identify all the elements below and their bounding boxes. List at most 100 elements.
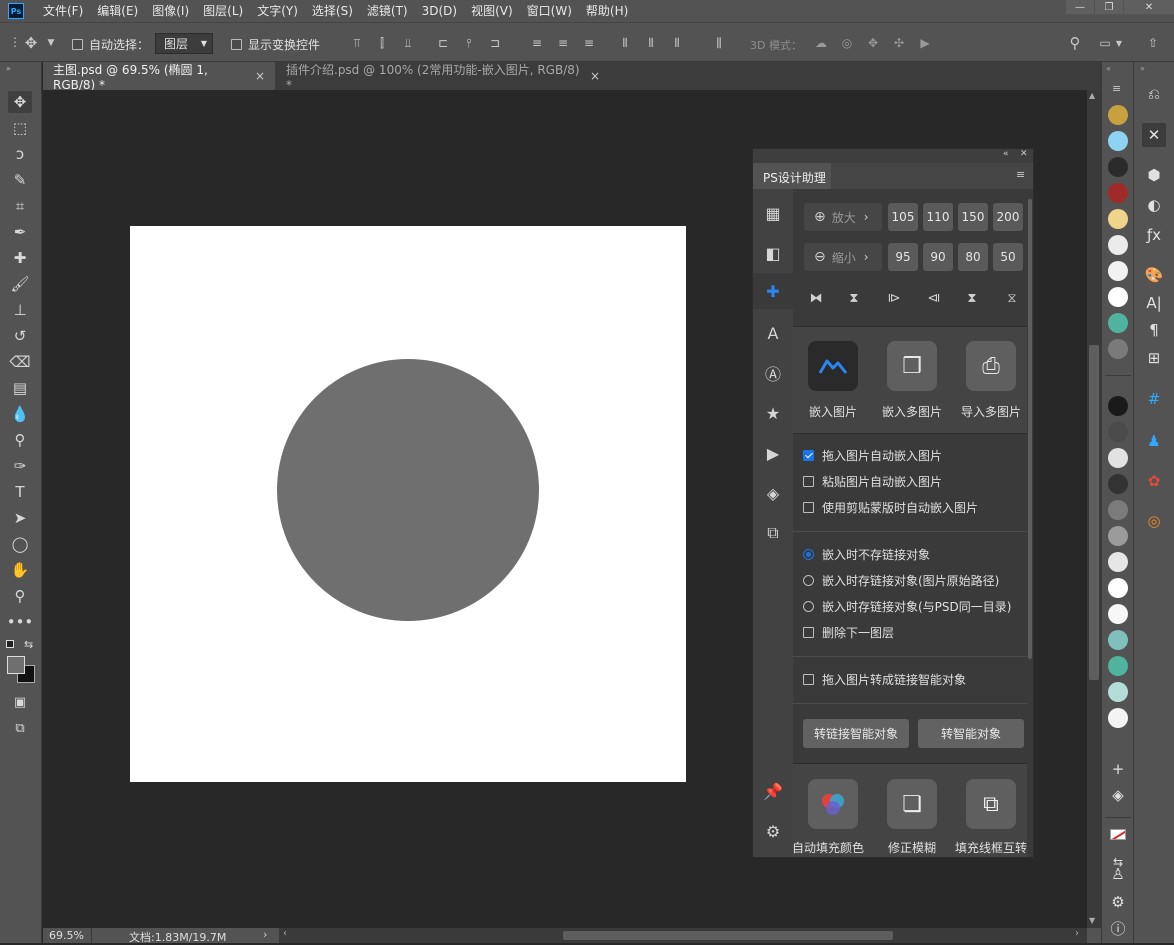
history-brush-tool-icon[interactable]: ↺ [8,325,32,347]
embed-image-button[interactable] [808,341,858,391]
color-swatch[interactable] [1108,157,1128,177]
scroll-up-icon[interactable]: ▲ [1089,91,1095,100]
checkbox[interactable] [803,475,814,487]
menu-select[interactable]: 选择(S) [305,0,360,22]
adjustments-icon[interactable]: ◐ [1142,193,1166,217]
auto-fill-color-button[interactable] [808,779,858,829]
color-swatch[interactable] [1108,287,1128,307]
close-window-icon[interactable]: ✕ [1124,0,1174,14]
collapse-icon[interactable]: » [6,64,11,73]
scroll-thumb[interactable] [563,931,893,940]
color-swatch[interactable] [1108,656,1128,676]
auto-embed-clipping-option[interactable]: 使用剪贴蒙版时自动嵌入图片 [803,498,978,516]
3d-slide-icon[interactable]: ✣ [892,36,906,50]
align-left-icon[interactable]: ⊏ [436,36,450,50]
settings-icon[interactable]: ⚙ [1106,890,1130,914]
zoom-out-control[interactable]: ⊖ 缩小 › [804,243,882,271]
layout-icon[interactable]: ▦ [761,201,785,225]
flip-down-icon[interactable]: ⧖ [1001,287,1023,309]
radio[interactable] [803,548,814,560]
lasso-tool-icon[interactable]: ↄ [8,143,32,165]
menu-edit[interactable]: 编辑(E) [90,0,145,22]
more-tools-icon[interactable]: ••• [7,611,34,633]
checkbox[interactable] [803,673,814,685]
auto-align-icon[interactable]: ⫼ [712,36,726,50]
color-swatch[interactable] [1108,578,1128,598]
chevron-down-icon[interactable]: ▼ [1112,36,1126,50]
radio[interactable] [803,574,814,586]
to-smart-object-button[interactable]: 转智能对象 [918,719,1024,748]
minimize-icon[interactable]: — [1066,0,1094,14]
text-icon[interactable]: A [761,321,785,345]
settings-icon[interactable]: ⚙ [761,819,785,843]
quick-select-tool-icon[interactable]: ✎ [8,169,32,191]
color-swatch[interactable] [1108,105,1128,125]
distribute-top-icon[interactable]: ≡ [530,36,544,50]
path-select-tool-icon[interactable]: ➤ [8,507,32,529]
zoom-tool-icon[interactable]: ⚲ [8,585,32,607]
3d-orbit-icon[interactable]: ☁ [814,36,828,50]
history-panel-icon[interactable]: ⎌ [1142,82,1166,106]
menu-image[interactable]: 图像(I) [145,0,196,22]
color-swatch[interactable] [1108,500,1128,520]
3d-cube-icon[interactable]: ⬢ [1142,163,1166,187]
auto-embed-paste-option[interactable]: 粘贴图片自动嵌入图片 [803,472,942,490]
link-original-path-option[interactable]: 嵌入时存链接对象(图片原始路径) [803,571,999,589]
foreground-color-swatch[interactable] [7,656,25,674]
palette-icon[interactable]: 🎨 [1142,263,1166,287]
grid-plugin-icon[interactable]: # [1142,387,1166,411]
color-swatch[interactable] [1108,313,1128,333]
hand-tool-icon[interactable]: ✋ [8,559,32,581]
color-swatch[interactable] [1108,396,1128,416]
to-linked-smart-option[interactable]: 拖入图片转成链接智能对象 [803,670,966,688]
radio[interactable] [803,600,814,612]
color-swatch[interactable] [1108,235,1128,255]
pen-tool-icon[interactable]: ✑ [8,455,32,477]
tab-plugin-intro-psd[interactable]: 插件介绍.psd @ 100% (2常用功能-嵌入图片, RGB/8) * × [276,62,610,92]
auto-select-toggle[interactable]: 自动选择： [72,36,149,53]
color-swatch[interactable] [1108,682,1128,702]
share-icon[interactable]: ⇧ [1146,36,1160,50]
collapse-icon[interactable]: » [1140,64,1145,73]
font-search-icon[interactable]: Ⓐ [761,361,785,385]
red-plugin-icon[interactable]: ✿ [1142,469,1166,493]
marquee-tool-icon[interactable]: ⬚ [8,117,32,139]
flip-right-icon[interactable]: ⧏ [923,287,945,309]
zoom-in-control[interactable]: ⊕ 放大 › [804,203,882,231]
crop-tool-icon[interactable]: ⌗ [8,195,32,217]
vertical-scrollbar[interactable]: ▲ ▼ [1087,90,1101,928]
search-icon[interactable]: ⚲ [1068,34,1082,52]
paragraph-icon[interactable]: ¶ [1142,318,1166,342]
close-panel-icon[interactable]: ✕ [1020,149,1028,159]
link-psd-dir-option[interactable]: 嵌入时存链接对象(与PSD同一目录) [803,597,1011,615]
eraser-tool-icon[interactable]: ⌫ [8,351,32,373]
zoom-in-105-button[interactable]: 105 [888,203,918,231]
close-tab-icon[interactable]: × [255,69,265,83]
blur-tool-icon[interactable]: 💧 [8,403,32,425]
color-swatch[interactable] [1108,708,1128,728]
color-swatch[interactable] [1108,422,1128,442]
distribute-left-icon[interactable]: ⦀ [618,36,632,50]
align-top-icon[interactable]: ⫪ [350,36,364,50]
color-swatch[interactable] [1108,261,1128,281]
add-swatch-icon[interactable]: + [1106,757,1130,781]
align-right-icon[interactable]: ⊐ [488,36,502,50]
ellipse-layer[interactable] [277,359,539,621]
scroll-left-icon[interactable]: ‹ [283,928,287,939]
swap-colors-icon[interactable]: ⇆ [24,638,33,651]
figure-icon[interactable]: ♙ [1106,862,1130,886]
to-linked-smart-button[interactable]: 转链接智能对象 [803,719,909,748]
color-swatch[interactable] [1108,474,1128,494]
horizontal-scrollbar[interactable]: ‹ › [279,928,1087,943]
puzzle-icon[interactable]: ✚ [761,279,785,303]
move-tool-icon[interactable]: ✥ [24,34,38,52]
show-transform-checkbox[interactable] [231,39,242,50]
tools-cross-icon[interactable]: ✕ [1142,123,1166,147]
auto-embed-drag-option[interactable]: 拖入图片自动嵌入图片 [803,446,942,464]
checkbox[interactable] [803,449,814,461]
shape-icon[interactable]: ◧ [761,241,785,265]
menu-view[interactable]: 视图(V) [464,0,520,22]
info-icon[interactable]: ⓘ [1106,916,1130,940]
dodge-tool-icon[interactable]: ⚲ [8,429,32,451]
color-swatch[interactable] [1108,209,1128,229]
